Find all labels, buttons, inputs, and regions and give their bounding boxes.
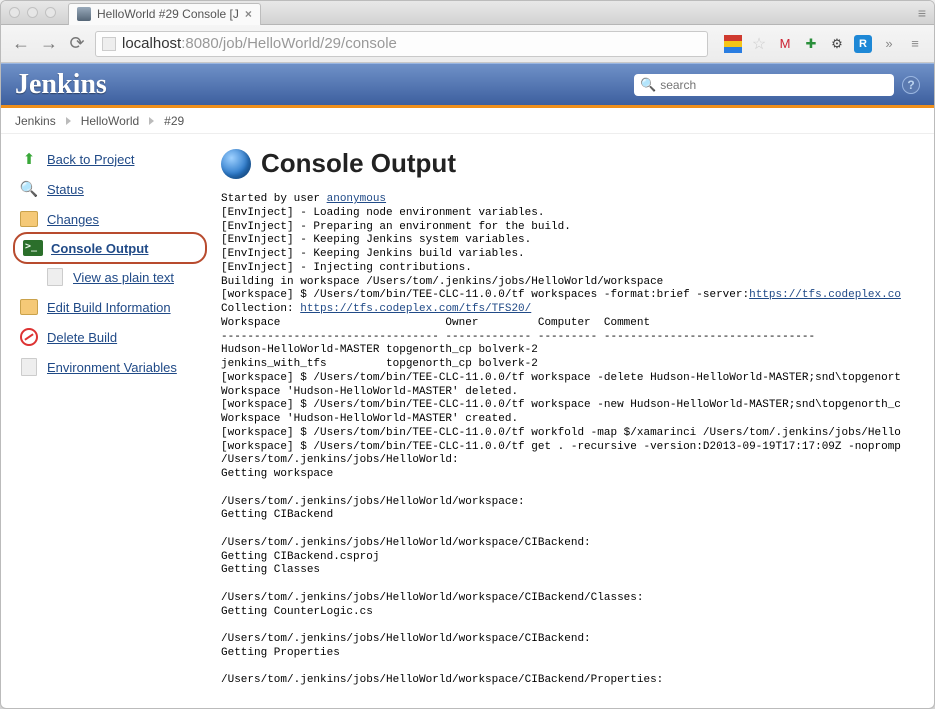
search-icon: 🔍 xyxy=(640,77,656,93)
notes-icon xyxy=(20,211,38,227)
crumb-build[interactable]: #29 xyxy=(164,114,184,128)
console-line: Started by user xyxy=(221,193,327,205)
console-block: Workspace Owner Computer Comment -------… xyxy=(221,317,901,687)
window-titlebar: HelloWorld #29 Console [J × ≡ xyxy=(1,1,934,25)
jenkins-logo[interactable]: Jenkins xyxy=(15,69,107,101)
tfs-link-2[interactable]: https://tfs.codeplex.com/tfs/TFS20/ xyxy=(300,303,531,315)
console-line: Collection: xyxy=(221,303,300,315)
arrow-up-icon: ⬆ xyxy=(19,149,39,169)
tab-close-icon[interactable]: × xyxy=(245,7,252,21)
page-title: Console Output xyxy=(221,148,934,179)
delete-icon xyxy=(20,328,38,346)
crumb-jenkins[interactable]: Jenkins xyxy=(15,114,56,128)
extension-icons: ☆ M ✚ ⚙ R » ≡ xyxy=(716,35,924,53)
breadcrumb: Jenkins HelloWorld #29 xyxy=(1,108,934,134)
menu-icon[interactable]: ≡ xyxy=(906,35,924,53)
sidebar-label[interactable]: View as plain text xyxy=(73,270,174,285)
sidebar-item-edit-build[interactable]: Edit Build Information xyxy=(15,292,205,322)
crumb-project[interactable]: HelloWorld xyxy=(81,114,139,128)
page-favicon-icon xyxy=(102,37,116,51)
sidebar-label[interactable]: Status xyxy=(47,182,84,197)
sidebar-label[interactable]: Delete Build xyxy=(47,330,117,345)
tab-title: HelloWorld #29 Console [J xyxy=(97,7,239,21)
terminal-icon xyxy=(23,240,43,256)
browser-menu-icon[interactable]: ≡ xyxy=(918,5,926,21)
sidebar: ⬆ Back to Project 🔍 Status Changes Conso… xyxy=(1,134,211,709)
search-box[interactable]: 🔍 xyxy=(634,74,894,96)
sidebar-label[interactable]: Environment Variables xyxy=(47,360,177,375)
notes-icon xyxy=(20,299,38,315)
console-output: Started by user anonymous [EnvInject] - … xyxy=(221,193,934,688)
r-extension-icon[interactable]: R xyxy=(854,35,872,53)
sidebar-item-back[interactable]: ⬆ Back to Project xyxy=(15,144,205,174)
sidebar-label[interactable]: Back to Project xyxy=(47,152,134,167)
browser-toolbar: ← → ⟳ localhost:8080/job/HelloWorld/29/c… xyxy=(1,25,934,63)
jenkins-favicon-icon xyxy=(77,7,91,21)
browser-tab[interactable]: HelloWorld #29 Console [J × xyxy=(68,3,261,25)
minimize-window-icon[interactable] xyxy=(27,7,38,18)
chevron-right-icon xyxy=(66,117,71,125)
plugin-extension-icon[interactable]: ✚ xyxy=(802,35,820,53)
zoom-window-icon[interactable] xyxy=(45,7,56,18)
bookmark-icon[interactable]: ☆ xyxy=(750,35,768,53)
sidebar-item-status[interactable]: 🔍 Status xyxy=(15,174,205,204)
sidebar-item-console-output[interactable]: Console Output xyxy=(15,234,205,262)
started-user-link[interactable]: anonymous xyxy=(327,193,386,205)
settings-icon[interactable]: ⚙ xyxy=(828,35,846,53)
close-window-icon[interactable] xyxy=(9,7,20,18)
tfs-link-1[interactable]: https://tfs.codeplex.co xyxy=(749,289,901,301)
console-block: [EnvInject] - Loading node environment v… xyxy=(221,207,749,302)
reload-button[interactable]: ⟳ xyxy=(67,33,87,54)
forward-button[interactable]: → xyxy=(39,33,59,54)
flag-extension-icon[interactable] xyxy=(724,35,742,53)
help-icon[interactable]: ? xyxy=(902,76,920,94)
sidebar-item-env-vars[interactable]: Environment Variables xyxy=(15,352,205,382)
magnifier-icon: 🔍 xyxy=(19,179,39,199)
document-icon xyxy=(47,268,63,286)
search-input[interactable] xyxy=(660,78,888,92)
sidebar-item-delete-build[interactable]: Delete Build xyxy=(15,322,205,352)
sidebar-label[interactable]: Changes xyxy=(47,212,99,227)
main-content: Console Output Started by user anonymous… xyxy=(211,134,934,709)
address-host: localhost xyxy=(122,35,181,52)
page-heading: Console Output xyxy=(261,148,456,179)
sidebar-item-changes[interactable]: Changes xyxy=(15,204,205,234)
sidebar-item-plain-text[interactable]: View as plain text xyxy=(15,262,205,292)
sidebar-label[interactable]: Console Output xyxy=(51,241,149,256)
jenkins-header: Jenkins 🔍 ? xyxy=(1,63,934,105)
back-button[interactable]: ← xyxy=(11,33,31,54)
chevron-right-icon xyxy=(149,117,154,125)
sidebar-label[interactable]: Edit Build Information xyxy=(47,300,171,315)
gmail-extension-icon[interactable]: M xyxy=(776,35,794,53)
document-icon xyxy=(21,358,37,376)
address-path: :8080/job/HelloWorld/29/console xyxy=(181,35,397,52)
build-status-ball-icon xyxy=(221,149,251,179)
window-traffic-lights[interactable] xyxy=(9,7,56,18)
chevron-right-icon[interactable]: » xyxy=(880,35,898,53)
address-bar[interactable]: localhost:8080/job/HelloWorld/29/console xyxy=(95,31,708,57)
